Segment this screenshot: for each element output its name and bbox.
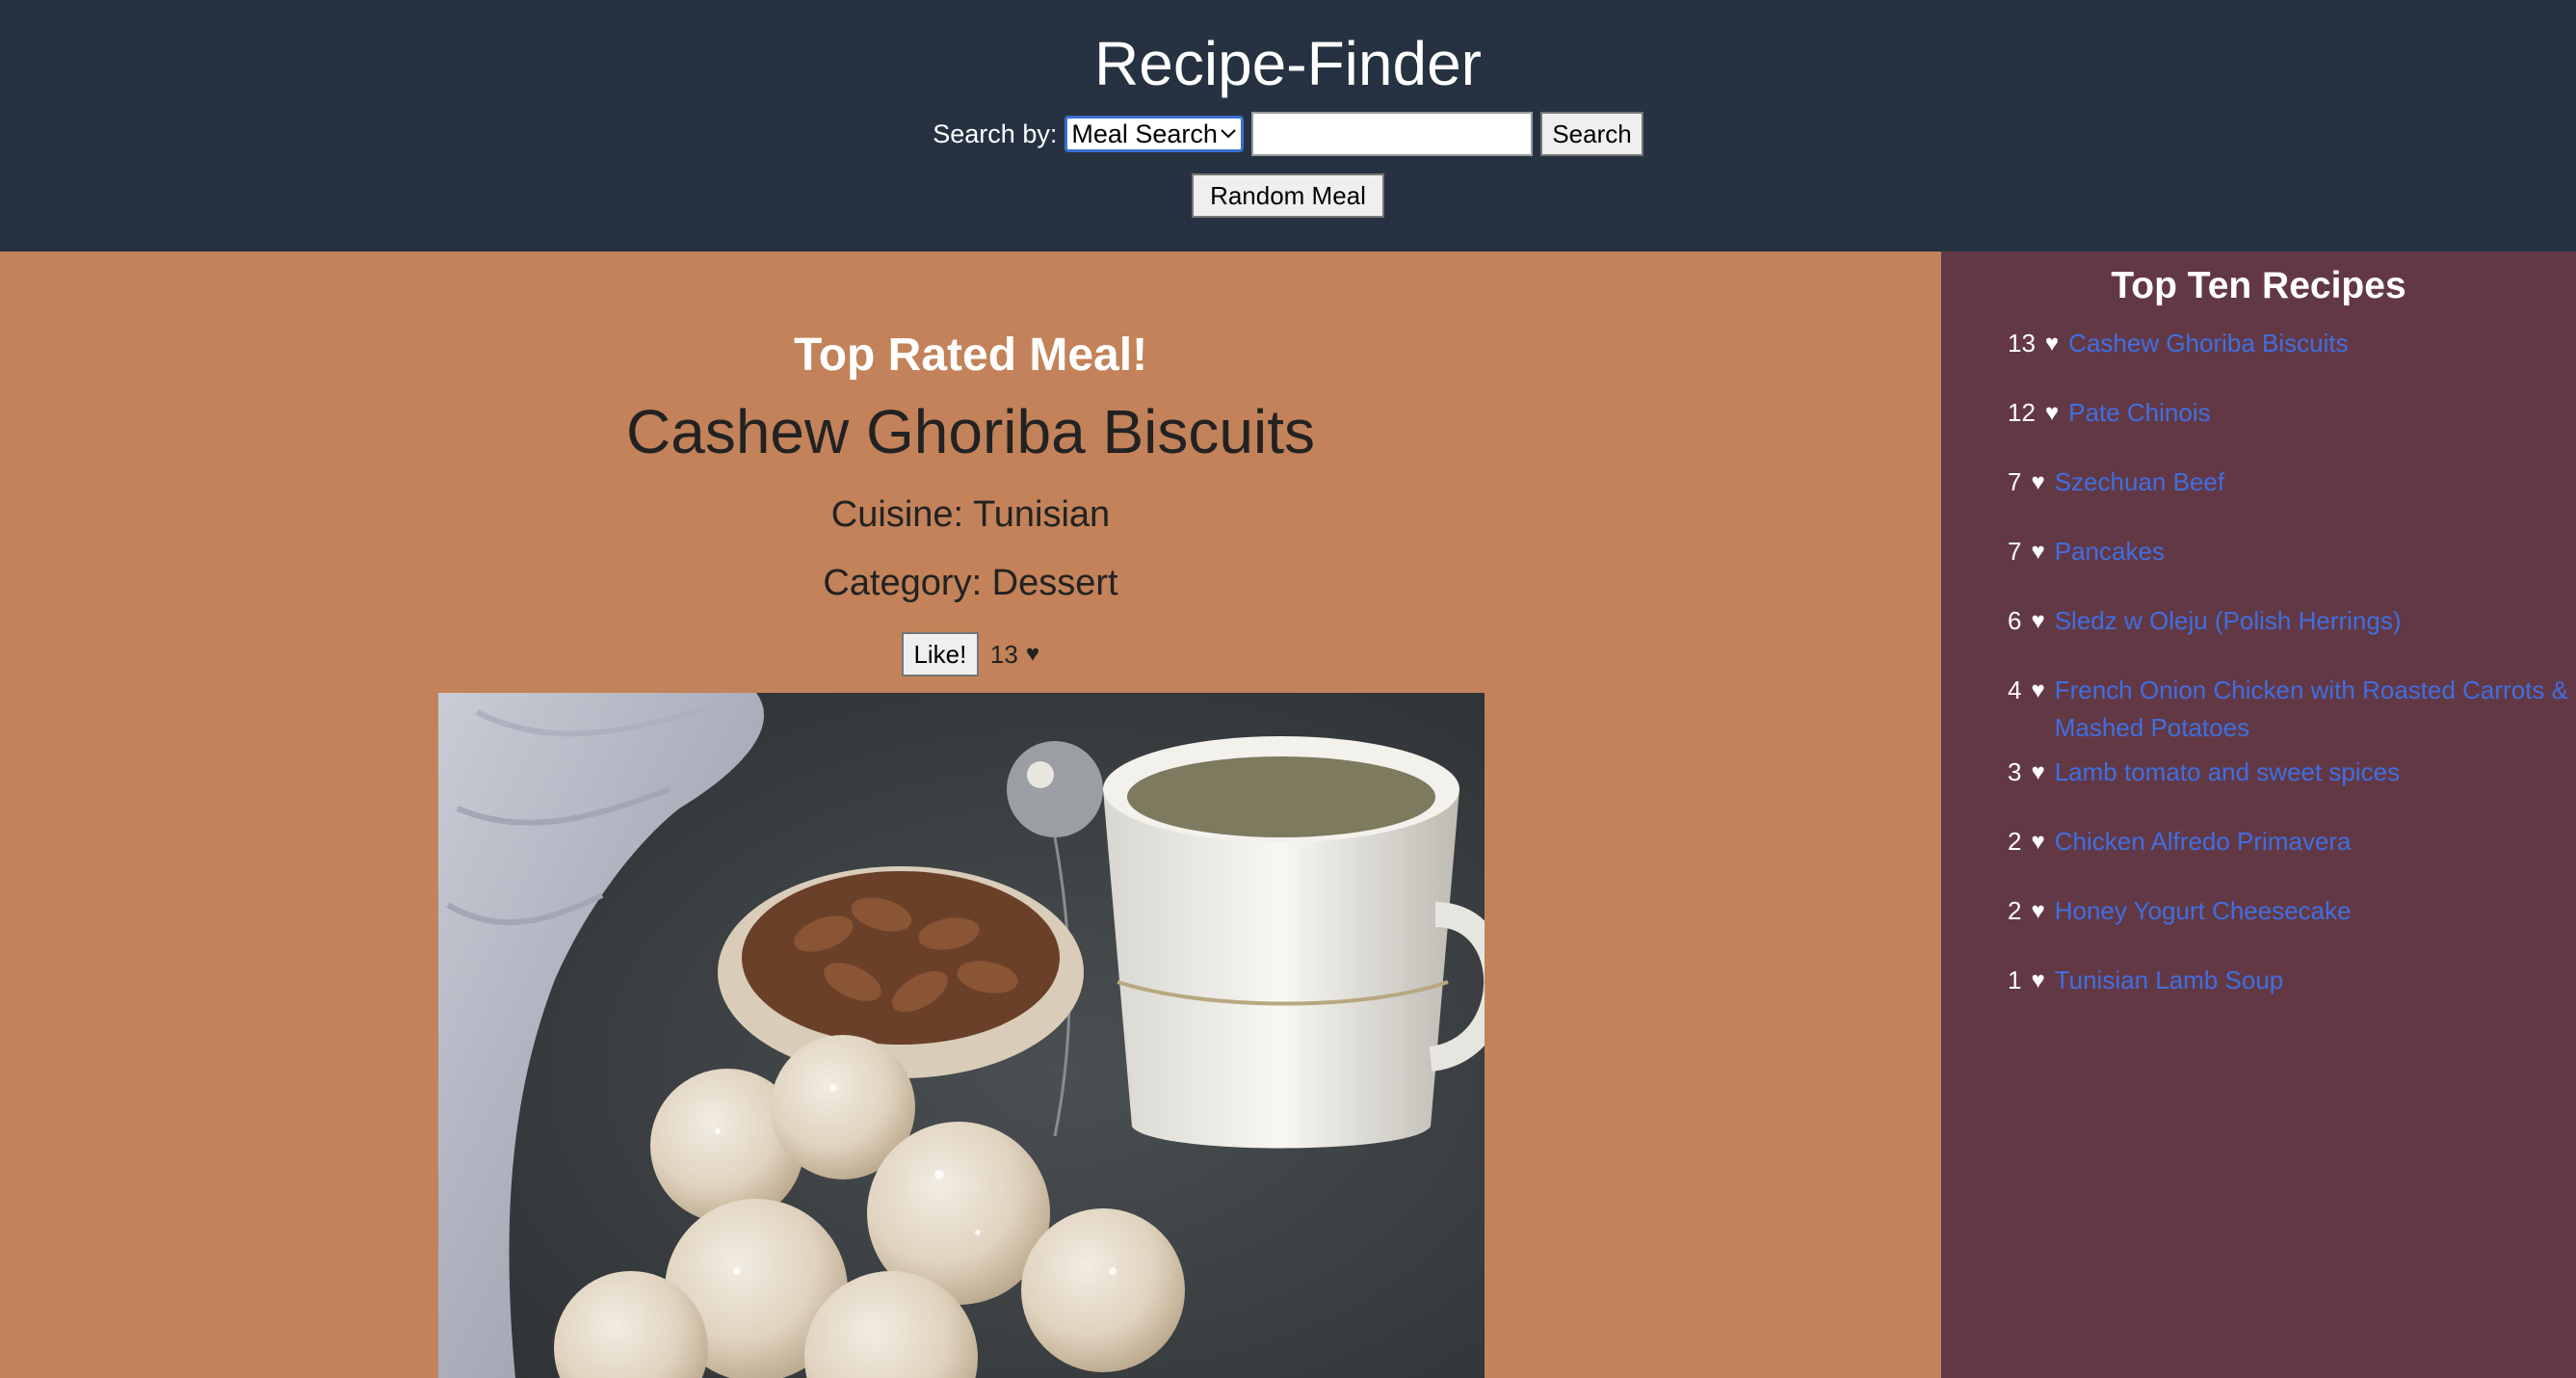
like-count: 13 [2008, 329, 2036, 358]
like-count: 1 [2008, 966, 2022, 994]
recipe-link[interactable]: Tunisian Lamb Soup [2055, 962, 2284, 999]
like-count: 4 [2008, 676, 2022, 704]
heart-icon: ♥ [2031, 608, 2045, 634]
top-ten-list: 13 ♥ Cashew Ghoriba Biscuits 12 ♥ Pate C… [2008, 325, 2576, 1031]
like-count: 12 [2008, 398, 2036, 427]
meal-cuisine: Cuisine: Tunisian [830, 494, 1111, 535]
chevron-down-icon [1221, 129, 1237, 139]
heart-icon: ♥ [2044, 400, 2060, 426]
recipe-link[interactable]: Sledz w Oleju (Polish Herrings) [2055, 602, 2402, 640]
meal-category: Category: Dessert [823, 563, 1118, 603]
search-bar: Search by: Meal Search Search [0, 110, 2576, 158]
list-item: 3 ♥ Lamb tomato and sweet spices [2008, 754, 2576, 791]
meal-name: Cashew Ghoriba Biscuits [626, 397, 1315, 466]
app-title: Recipe-Finder [1094, 29, 1482, 98]
like-count: 7 [2008, 537, 2022, 566]
recipe-link[interactable]: Lamb tomato and sweet spices [2055, 754, 2400, 791]
list-item: 7 ♥ Szechuan Beef [2008, 464, 2576, 501]
list-item: 7 ♥ Pancakes [2008, 533, 2576, 570]
like-count: 2 [2008, 827, 2022, 856]
search-by-label: Search by: [933, 119, 1058, 148]
heart-icon: ♥ [2031, 539, 2045, 565]
random-meal-row: Random Meal [0, 173, 2576, 218]
like-count: 13 [989, 639, 1018, 669]
recipe-link[interactable]: Cashew Ghoriba Biscuits [2068, 325, 2348, 362]
heart-icon: ♥ [2031, 469, 2045, 495]
top-ten-sidebar: Top Ten Recipes 13 ♥ Cashew Ghoriba Bisc… [1941, 252, 2576, 1378]
heart-icon: ♥ [2031, 829, 2045, 855]
search-button[interactable]: Search [1540, 112, 1643, 156]
top-ten-title: Top Ten Recipes [2111, 265, 2406, 306]
heart-icon: ♥ [2031, 898, 2045, 924]
heart-icon: ♥ [2031, 677, 2045, 703]
list-item: 2 ♥ Chicken Alfredo Primavera [2008, 823, 2576, 861]
like-count: 3 [2008, 757, 2022, 786]
search-input[interactable] [1251, 112, 1534, 156]
recipe-link[interactable]: Pancakes [2055, 533, 2165, 570]
recipe-link[interactable]: Pate Chinois [2068, 394, 2210, 432]
like-button[interactable]: Like! [901, 632, 979, 676]
heart-icon: ♥ [2031, 967, 2045, 994]
list-item: 12 ♥ Pate Chinois [2008, 394, 2576, 432]
like-count: 2 [2008, 896, 2022, 925]
recipe-link[interactable]: Chicken Alfredo Primavera [2055, 823, 2352, 861]
like-row: Like! 13 ♥ [0, 632, 1941, 676]
like-count: 7 [2008, 467, 2022, 496]
list-item: 1 ♥ Tunisian Lamb Soup [2008, 962, 2576, 999]
search-type-select[interactable]: Meal Search [1065, 116, 1245, 152]
like-count: 6 [2008, 606, 2022, 635]
list-item: 13 ♥ Cashew Ghoriba Biscuits [2008, 325, 2576, 362]
recipe-link[interactable]: Szechuan Beef [2055, 464, 2224, 501]
meal-photo [438, 693, 1485, 1378]
heart-icon: ♥ [2044, 331, 2060, 357]
random-meal-button[interactable]: Random Meal [1192, 173, 1384, 218]
top-rated-heading: Top Rated Meal! [793, 330, 1148, 381]
list-item: 4 ♥ French Onion Chicken with Roasted Ca… [2008, 672, 2576, 747]
list-item: 6 ♥ Sledz w Oleju (Polish Herrings) [2008, 602, 2576, 640]
main-content: Top Rated Meal! Cashew Ghoriba Biscuits … [0, 252, 1941, 1378]
list-item: 2 ♥ Honey Yogurt Cheesecake [2008, 892, 2576, 930]
heart-icon: ♥ [2031, 759, 2045, 785]
heart-icon: ♥ [1025, 641, 1040, 667]
meal-image [438, 693, 1485, 1378]
recipe-link[interactable]: Honey Yogurt Cheesecake [2055, 892, 2352, 930]
recipe-link[interactable]: French Onion Chicken with Roasted Carrot… [2055, 672, 2576, 747]
site-header: Recipe-Finder Search by: Meal Search Sea… [0, 0, 2576, 252]
search-type-value: Meal Search [1071, 119, 1218, 148]
